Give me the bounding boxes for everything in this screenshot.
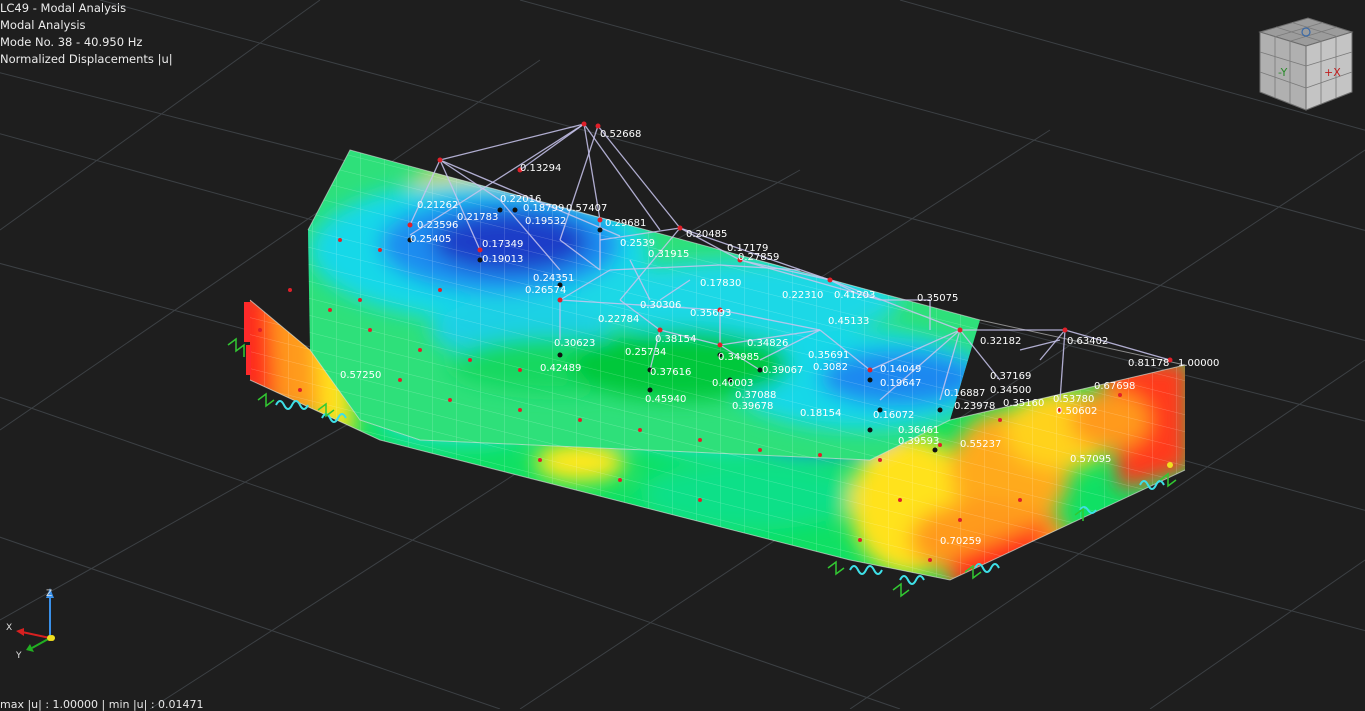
value-label: 0.53780: [1053, 394, 1094, 405]
value-label: 0.34826: [747, 338, 788, 349]
value-label: 0.22784: [598, 314, 639, 325]
value-label: 0.34985: [718, 352, 759, 363]
min-max-status: max |u| : 1.00000 | min |u| : 0.01471: [0, 698, 204, 711]
value-label: 0.30623: [554, 338, 595, 349]
value-label: 0.36461: [898, 425, 939, 436]
value-label: 0.37616: [650, 367, 691, 378]
value-label: 0.25405: [410, 234, 451, 245]
axis-triad: Z X Y: [6, 588, 54, 661]
value-label: 0.26574: [525, 285, 566, 296]
value-label: 0.16887: [944, 388, 985, 399]
value-label: 0.37169: [990, 371, 1031, 382]
value-label: 0.19532: [525, 216, 566, 227]
value-label: 0.31915: [648, 249, 689, 260]
value-label: 0.17830: [700, 278, 741, 289]
value-label: 0.57250: [340, 370, 381, 381]
value-label: 0.35160: [1003, 398, 1044, 409]
value-label: 0.39593: [898, 436, 939, 447]
value-label: 0.24351: [533, 273, 574, 284]
value-label: 0.39067: [762, 365, 803, 376]
result-type-label: Normalized Displacements |u|: [0, 52, 173, 66]
value-label: 0.13294: [520, 163, 561, 174]
analysis-type-label: Modal Analysis: [0, 18, 86, 32]
value-label: 0.35693: [690, 308, 731, 319]
value-label: 0.40003: [712, 378, 753, 389]
value-label: 0.17349: [482, 239, 523, 250]
value-label: 0.34500: [990, 385, 1031, 396]
3d-viewport[interactable]: 0.52668 0.13294 0.21262 0.22016 0.18799 …: [0, 0, 1365, 709]
value-label: 0.21262: [417, 200, 458, 211]
value-label: 0.45133: [828, 316, 869, 327]
value-label: 0.52668: [600, 129, 641, 140]
value-label: 0.50602: [1056, 406, 1097, 417]
view-cube-x-label: +X: [1324, 66, 1341, 79]
value-label: 1.00000: [1178, 358, 1219, 369]
value-label: 0.22310: [782, 290, 823, 301]
value-label: 0.55237: [960, 439, 1001, 450]
value-label: 0.39678: [732, 401, 773, 412]
value-label: 0.42489: [540, 363, 581, 374]
value-label: 0.35691: [808, 350, 849, 361]
value-label: 0.14049: [880, 364, 921, 375]
value-label: 0.30306: [640, 300, 681, 311]
value-label: 0.35075: [917, 293, 958, 304]
value-label: 0.29681: [605, 218, 646, 229]
load-case-label: LC49 - Modal Analysis: [0, 1, 127, 15]
result-info-panel: LC49 - Modal Analysis Modal Analysis Mod…: [0, 0, 173, 68]
axis-y-label: Y: [15, 651, 22, 661]
value-label: 0.19647: [880, 378, 921, 389]
value-label: 0.23978: [954, 401, 995, 412]
axis-z-label: Z: [46, 589, 52, 599]
value-label: 0.2539: [620, 238, 655, 249]
value-label: 0.20485: [686, 229, 727, 240]
view-cube-y-label: -Y: [1278, 66, 1288, 79]
value-label: 0.18154: [800, 408, 841, 419]
value-label: 0.57407: [566, 203, 607, 214]
value-label: 0.67698: [1094, 381, 1135, 392]
value-label: 0.41203: [834, 290, 875, 301]
axis-x-label: X: [6, 623, 12, 633]
value-label: 0.57095: [1070, 454, 1111, 465]
value-label: 0.38154: [655, 334, 696, 345]
value-label: 0.70259: [940, 536, 981, 547]
mode-label: Mode No. 38 - 40.950 Hz: [0, 35, 143, 49]
value-label: 0.45940: [645, 394, 686, 405]
value-label: 0.32182: [980, 336, 1021, 347]
value-label: 0.21783: [457, 212, 498, 223]
value-label: 0.27859: [738, 252, 779, 263]
value-label: 0.18799: [523, 203, 564, 214]
value-label: 0.37088: [735, 390, 776, 401]
value-label: 0.23596: [417, 220, 458, 231]
view-cube[interactable]: -Y +X: [1256, 12, 1356, 112]
value-label: 0.63402: [1067, 336, 1108, 347]
value-label: 0.3082: [813, 362, 848, 373]
value-label: 0.81178: [1128, 358, 1169, 369]
value-label: 0.19013: [482, 254, 523, 265]
value-label: 0.16072: [873, 410, 914, 421]
value-label: 0.25734: [625, 347, 666, 358]
